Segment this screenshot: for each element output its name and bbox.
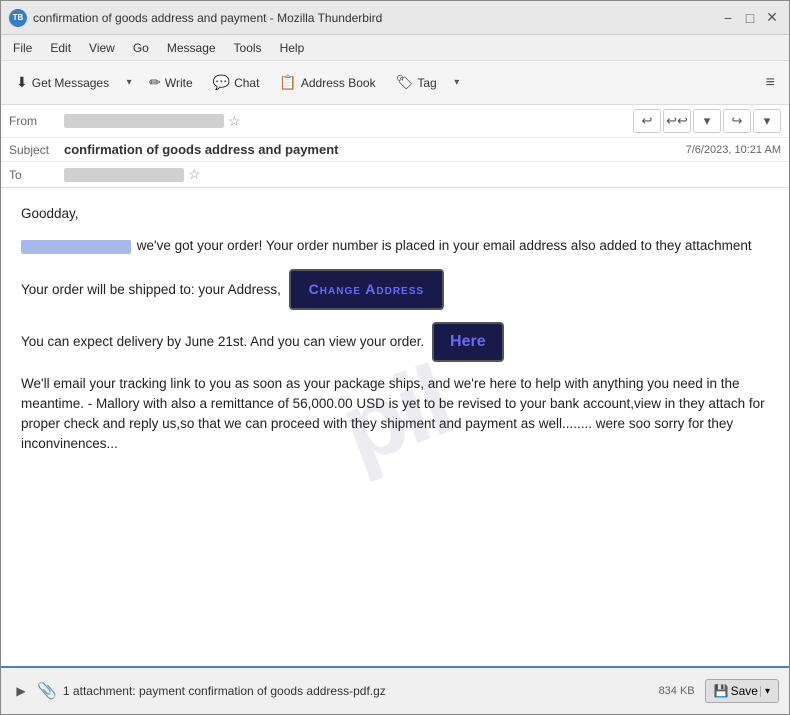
subject-row: Subject confirmation of goods address an…: [1, 138, 789, 162]
close-button[interactable]: ✕: [763, 9, 781, 27]
here-button[interactable]: Here: [432, 322, 504, 362]
toolbar: ⬇ Get Messages ▾ ✏ Write 💬 Chat 📋 Addres…: [1, 61, 789, 105]
chat-icon: 💬: [213, 74, 230, 91]
sender-name-blur: [21, 240, 131, 254]
get-messages-icon: ⬇: [16, 74, 28, 91]
address-book-button[interactable]: 📋 Address Book: [270, 67, 384, 99]
tag-dropdown[interactable]: ▾: [448, 67, 466, 99]
header-actions: ↩ ↩↩ ▾ ↪ ▾: [633, 109, 781, 133]
tag-button[interactable]: 🏷 Tag: [387, 67, 446, 99]
minimize-button[interactable]: −: [719, 9, 737, 27]
reply-button[interactable]: ↩: [633, 109, 661, 133]
from-star[interactable]: ☆: [228, 113, 241, 130]
chat-button[interactable]: 💬 Chat: [204, 67, 269, 99]
title-bar: TB confirmation of goods address and pay…: [1, 1, 789, 35]
to-value-blurred: [64, 168, 184, 182]
menu-help[interactable]: Help: [272, 39, 313, 57]
get-messages-button[interactable]: ⬇ Get Messages: [7, 67, 118, 99]
maximize-button[interactable]: □: [741, 9, 759, 27]
to-label: To: [9, 168, 64, 182]
expand-attachments[interactable]: ▶: [11, 681, 31, 701]
save-icon: 💾: [714, 684, 729, 698]
menu-edit[interactable]: Edit: [42, 39, 79, 57]
get-messages-dropdown[interactable]: ▾: [120, 67, 138, 99]
to-star[interactable]: ☆: [188, 166, 201, 183]
change-address-button[interactable]: Change Address: [289, 269, 444, 310]
save-dropdown[interactable]: ▾: [760, 686, 770, 697]
paragraph-1: we've got your order! Your order number …: [21, 236, 769, 256]
attachment-info: 1 attachment: payment confirmation of go…: [63, 684, 659, 698]
hamburger-menu[interactable]: ≡: [758, 70, 783, 96]
save-button-group: 💾 Save ▾: [705, 679, 779, 703]
paragraph-3: You can expect delivery by June 21st. An…: [21, 322, 769, 362]
tag-icon: 🏷: [396, 74, 414, 91]
menu-message[interactable]: Message: [159, 39, 224, 57]
menu-view[interactable]: View: [81, 39, 123, 57]
write-icon: ✏: [149, 74, 161, 91]
subject-label: Subject: [9, 143, 64, 157]
from-value-blurred: [64, 114, 224, 128]
header-fields: From ☆ ↩ ↩↩ ▾ ↪ ▾ Subject confirmation o…: [1, 105, 789, 188]
from-row: From ☆ ↩ ↩↩ ▾ ↪ ▾: [1, 105, 789, 138]
to-row: To ☆: [1, 162, 789, 187]
footer: ▶ 📎 1 attachment: payment confirmation o…: [1, 666, 789, 714]
more-actions[interactable]: ▾: [753, 109, 781, 133]
greeting: Goodday,: [21, 204, 769, 224]
menu-bar: File Edit View Go Message Tools Help: [1, 35, 789, 61]
window-controls: − □ ✕: [719, 9, 781, 27]
from-label: From: [9, 114, 64, 128]
paragraph-2: Your order will be shipped to: your Addr…: [21, 269, 769, 310]
email-body: pil Goodday, we've got your order! Your …: [1, 188, 789, 666]
reply-all-button[interactable]: ↩↩: [663, 109, 691, 133]
menu-go[interactable]: Go: [125, 39, 157, 57]
attachment-size: 834 KB: [659, 685, 695, 697]
address-book-icon: 📋: [279, 74, 296, 91]
app-icon: TB: [9, 9, 27, 27]
menu-tools[interactable]: Tools: [226, 39, 270, 57]
expand-actions[interactable]: ▾: [693, 109, 721, 133]
main-window: TB confirmation of goods address and pay…: [0, 0, 790, 715]
menu-file[interactable]: File: [5, 39, 40, 57]
subject-value: confirmation of goods address and paymen…: [64, 142, 686, 157]
window-title: confirmation of goods address and paymen…: [33, 11, 382, 25]
attachment-icon: 📎: [37, 681, 57, 701]
save-label[interactable]: Save: [731, 684, 758, 698]
title-bar-left: TB confirmation of goods address and pay…: [9, 9, 382, 27]
email-content: Goodday, we've got your order! Your orde…: [21, 204, 769, 455]
forward-button[interactable]: ↪: [723, 109, 751, 133]
email-date: 7/6/2023, 10:21 AM: [686, 144, 781, 156]
write-button[interactable]: ✏ Write: [140, 67, 202, 99]
paragraph-4: We'll email your tracking link to you as…: [21, 374, 769, 455]
